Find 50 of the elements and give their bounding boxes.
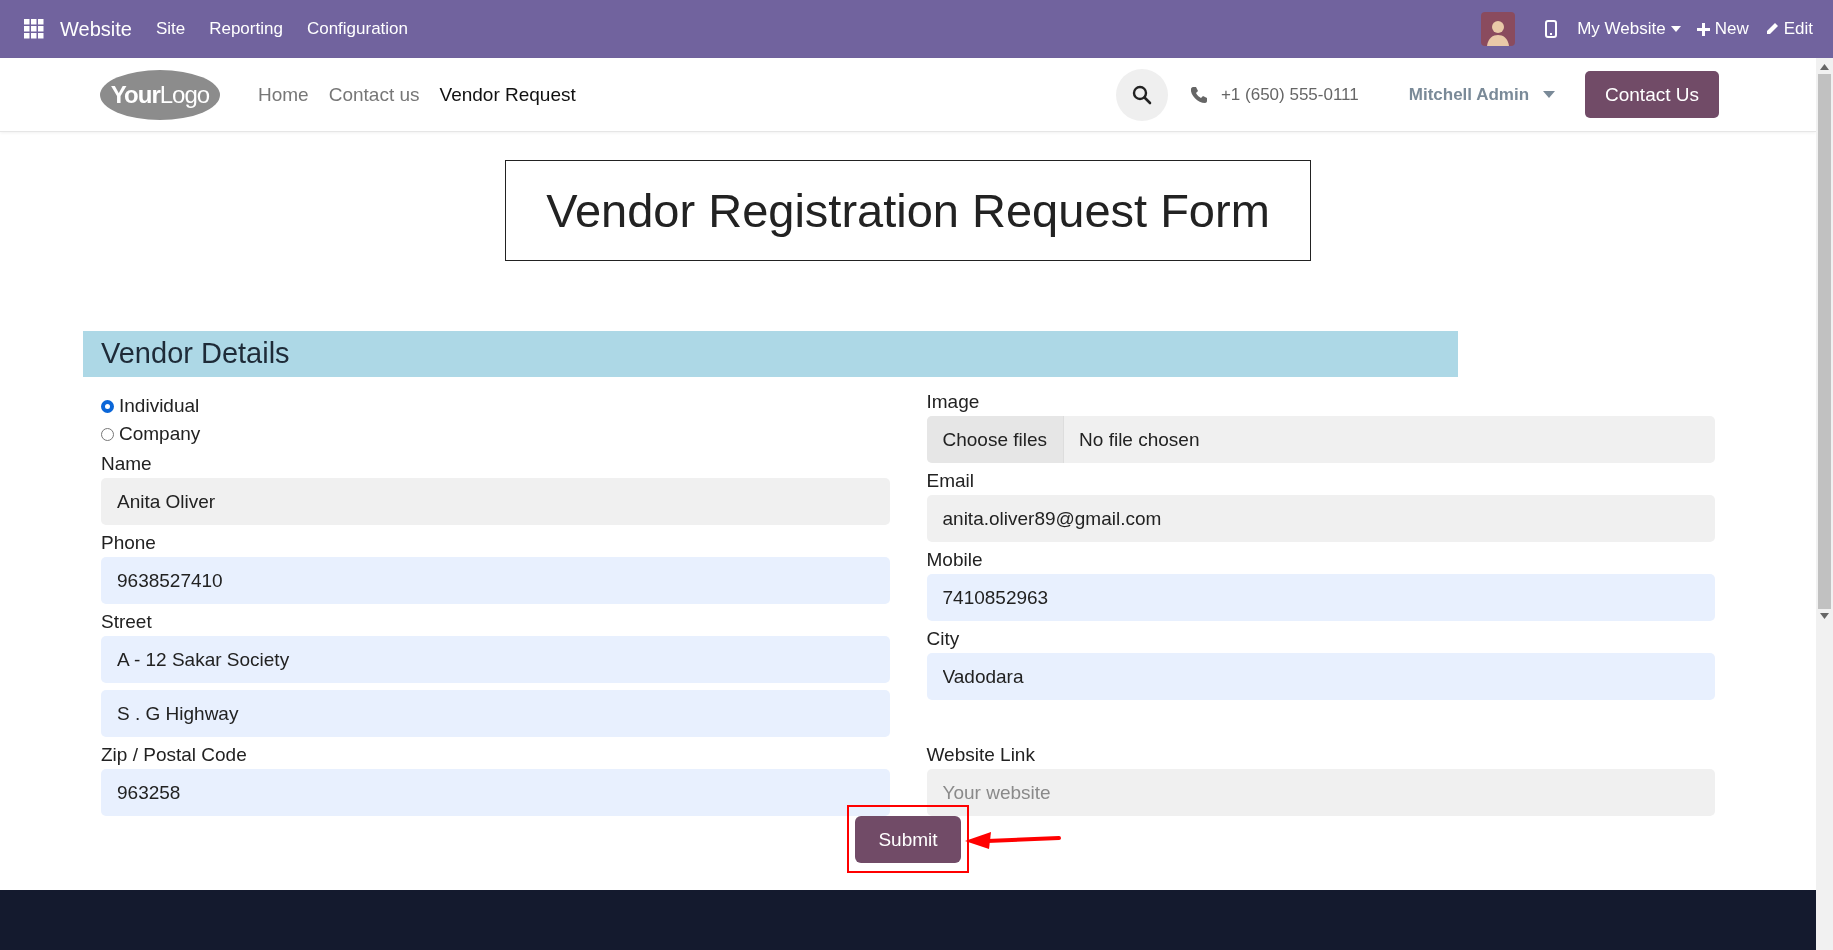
caret-icon [1543,91,1555,98]
phone-icon [1545,20,1558,38]
menu-item[interactable]: Configuration [294,19,421,39]
field-label: City [926,628,961,650]
submit-button[interactable]: Submit [855,816,961,863]
site-switcher[interactable]: My Website [1577,19,1681,39]
field-label: Zip / Postal Code [101,744,248,766]
nav-link[interactable]: Vendor Request [439,83,576,106]
grid-icon [24,19,44,39]
phone-handset-icon [1189,86,1207,103]
user-menu[interactable]: Mitchell Admin [1408,84,1555,105]
choose-files-button[interactable]: Choose files [926,416,1065,463]
input-field[interactable]: S . G Highway [101,690,890,737]
phone-number: +1 (650) 555-0111 [1220,84,1359,105]
edit-button[interactable]: Edit [1764,19,1813,39]
field-label: Image [926,391,981,413]
contact-us-button[interactable]: Contact Us [1585,71,1719,118]
input-field[interactable]: Your website [926,769,1715,816]
input-field[interactable]: 963258 [101,769,890,816]
field-label: Email [926,470,975,492]
input-field[interactable]: 9638527410 [101,557,890,604]
scroll-down-icon[interactable] [1820,613,1829,619]
input-field[interactable]: Vadodara [926,653,1715,700]
field-label: Street [101,611,153,633]
form-title: Vendor Registration Request Form [505,160,1311,261]
field-label: Website Link [926,744,1036,766]
nav-link[interactable]: Home [258,83,309,106]
scroll-up-icon[interactable] [1820,64,1829,70]
input-field[interactable]: Anita Oliver [101,478,890,525]
nav-link[interactable]: Contact us [328,83,420,106]
menu-item[interactable]: Reporting [197,19,295,39]
field-label: Mobile [926,549,984,571]
section-heading: Vendor Details [83,331,1458,377]
scrollbar-thumb[interactable] [1818,74,1831,609]
app-title[interactable]: Website [60,17,132,41]
radio-option[interactable]: Company [101,423,890,445]
input-field[interactable]: anita.oliver89@gmail.com [926,495,1715,542]
input-field[interactable]: A - 12 Sakar Society [101,636,890,683]
caret-icon [1670,26,1681,32]
search-icon [1131,84,1152,105]
plus-icon [1696,22,1710,36]
field-label: Phone [101,532,157,554]
pencil-icon [1764,22,1779,36]
field-label: Name [101,453,153,475]
file-status: No file chosen [1078,428,1200,451]
new-button[interactable]: New [1696,19,1749,39]
menu-item[interactable]: Site [143,19,198,39]
radio-option[interactable]: Individual [101,395,890,417]
avatar[interactable] [1481,12,1516,46]
input-field[interactable]: 7410852963 [926,574,1715,621]
